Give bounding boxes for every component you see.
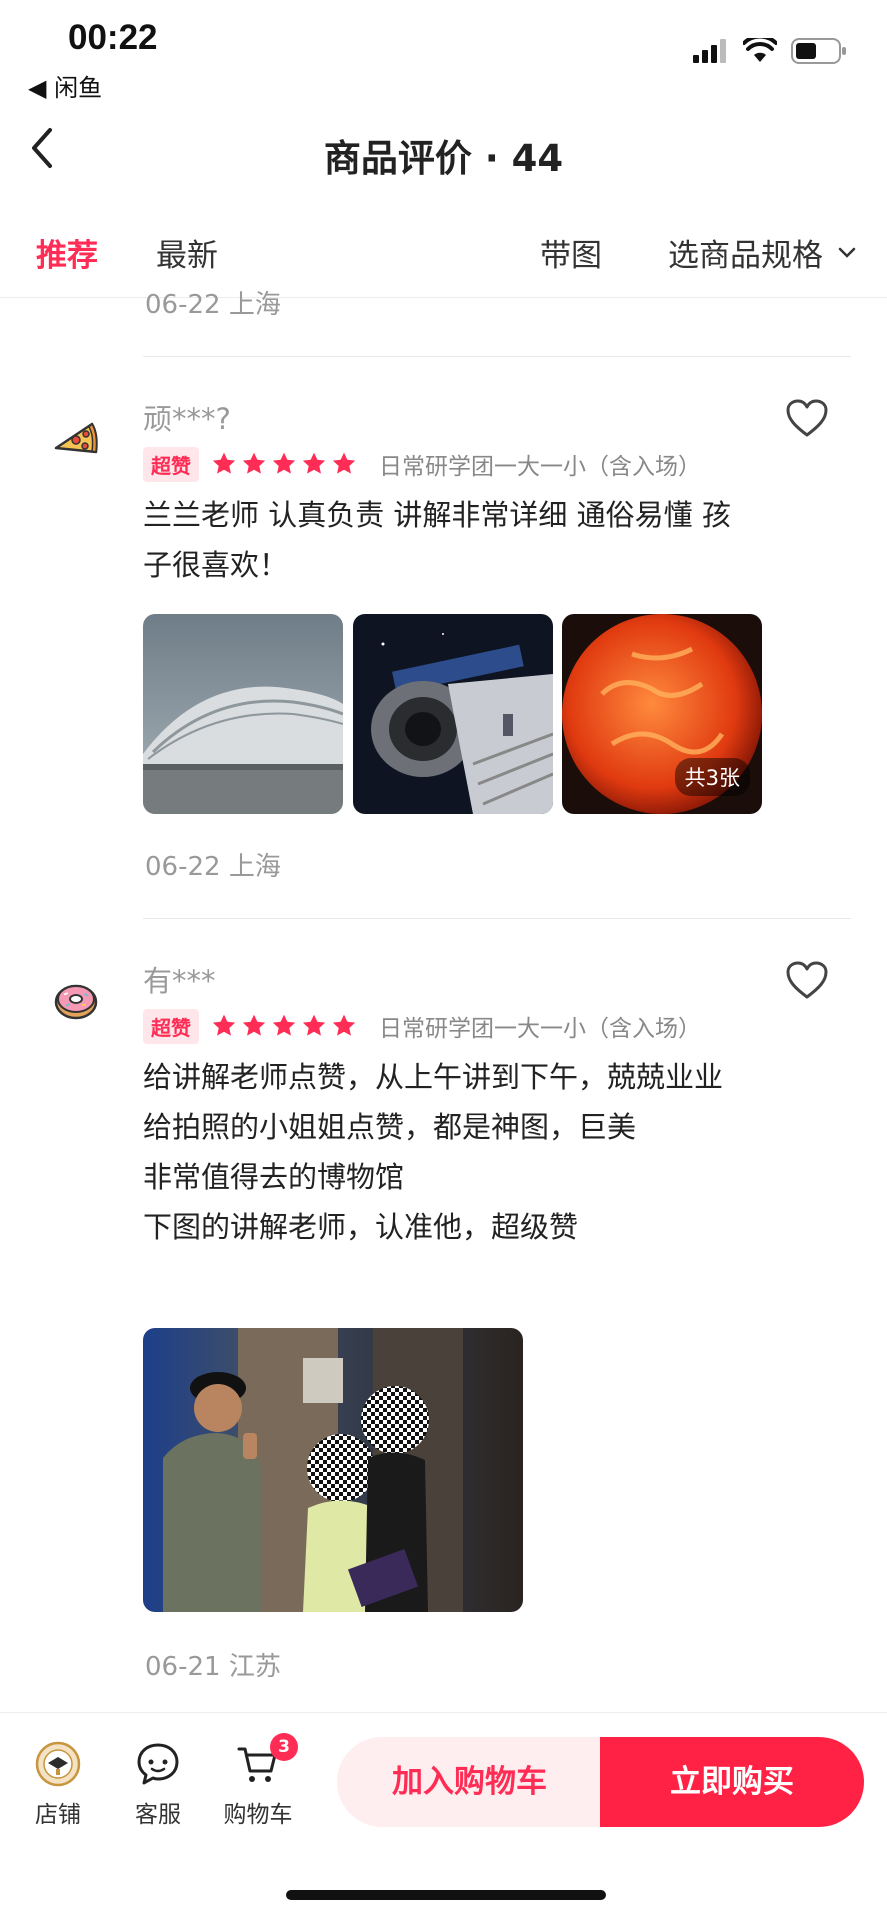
back-to-app-link[interactable]: ◀ 闲鱼 <box>28 68 102 103</box>
photo-count-badge: 共3张 <box>674 758 750 796</box>
star-icon <box>302 452 326 474</box>
customer-service-button[interactable]: 客服 <box>118 1741 198 1829</box>
page-title: 商品评价 · 44 <box>323 137 564 180</box>
rating-row: 超赞 日常研学团一大一小（含入场） <box>143 1008 701 1044</box>
tab-with-photos[interactable]: 带图 <box>540 230 602 275</box>
star-icon <box>242 1014 266 1036</box>
divider <box>143 356 851 357</box>
divider <box>143 918 851 919</box>
tab-latest[interactable]: 最新 <box>156 230 218 275</box>
review-meta: 06-22 上海 <box>145 290 281 320</box>
cart-button[interactable]: 3 购物车 <box>218 1733 298 1829</box>
star-rating <box>211 451 357 477</box>
home-indicator <box>286 1890 606 1900</box>
super-like-badge: 超赞 <box>143 446 199 482</box>
star-icon <box>212 1014 236 1036</box>
star-icon <box>302 1014 326 1036</box>
cellular-signal-icon <box>693 39 726 63</box>
bottom-action-bar: 店铺 客服 3 购物车 加入购物车 立即购买 <box>0 1712 887 1920</box>
like-button[interactable] <box>785 398 829 438</box>
product-spec: 日常研学团一大一小（含入场） <box>379 454 701 480</box>
rating-row: 超赞 日常研学团一大一小（含入场） <box>143 446 701 482</box>
cart-label: 购物车 <box>223 1802 293 1828</box>
heart-icon <box>786 399 828 437</box>
add-to-cart-button[interactable]: 加入购物车 <box>337 1737 602 1827</box>
product-spec: 日常研学团一大一小（含入场） <box>379 1016 701 1042</box>
avatar[interactable] <box>52 412 100 460</box>
shop-label: 店铺 <box>35 1802 81 1828</box>
donut-avatar-icon <box>54 984 98 1020</box>
review-photo-space-station[interactable] <box>353 614 553 814</box>
chat-bubble-icon <box>137 1743 179 1785</box>
username: 有*** <box>143 964 216 998</box>
buy-now-button[interactable]: 立即购买 <box>600 1737 864 1827</box>
wifi-icon <box>743 38 777 62</box>
star-icon <box>332 1014 356 1036</box>
star-icon <box>272 452 296 474</box>
star-icon <box>242 452 266 474</box>
avatar[interactable] <box>52 976 100 1024</box>
spec-select-dropdown[interactable]: 选商品规格 <box>668 230 857 275</box>
status-time: 00:22 <box>68 18 158 57</box>
customer-service-label: 客服 <box>135 1802 181 1828</box>
heart-icon <box>786 961 828 999</box>
star-rating <box>211 1013 357 1039</box>
nav-bar: 商品评价 · 44 <box>0 108 887 198</box>
review-meta: 06-22 上海 <box>145 852 281 882</box>
shop-button[interactable]: 店铺 <box>18 1741 98 1829</box>
star-icon <box>332 452 356 474</box>
review-photo-sun-sphere[interactable]: 共3张 <box>562 614 762 814</box>
filter-bar: 推荐 最新 带图 选商品规格 <box>0 210 887 298</box>
review-photo-guide[interactable] <box>143 1328 523 1612</box>
review-photo-planetarium[interactable] <box>143 614 343 814</box>
battery-icon <box>791 38 846 64</box>
pizza-avatar-icon <box>54 422 98 454</box>
review-text: 兰兰老师 认真负责 讲解非常详细 通俗易懂 孩子很喜欢！ <box>143 498 731 582</box>
star-icon <box>272 1014 296 1036</box>
super-like-badge: 超赞 <box>143 1008 199 1044</box>
tab-recommend[interactable]: 推荐 <box>36 230 98 275</box>
spec-select-label: 选商品规格 <box>668 238 823 274</box>
cart-count-badge: 3 <box>270 1733 298 1761</box>
chevron-down-icon <box>838 247 856 258</box>
star-icon <box>212 452 236 474</box>
like-button[interactable] <box>785 960 829 1000</box>
shop-logo-icon <box>35 1741 81 1787</box>
review-text: 给讲解老师点赞，从上午讲到下午，兢兢业业 给拍照的小姐姐点赞，都是神图，巨美 非… <box>143 1060 724 1244</box>
status-icons <box>693 38 847 64</box>
username: 顽***? <box>143 402 231 436</box>
status-bar: 00:22 ◀ 闲鱼 <box>0 0 887 108</box>
review-meta: 06-21 江苏 <box>145 1652 281 1682</box>
